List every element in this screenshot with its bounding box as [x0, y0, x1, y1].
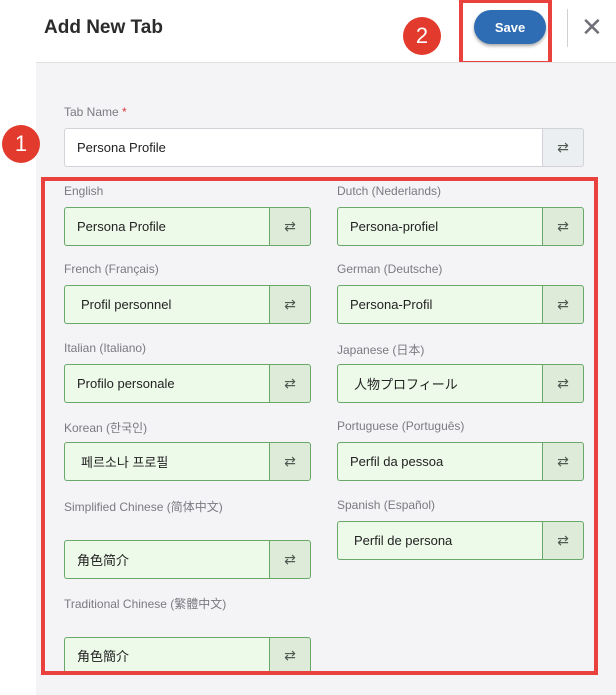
tab-name-field: Persona Profile ⇄ [64, 128, 584, 167]
step-badge-1: 1 [2, 125, 40, 163]
tab-name-input[interactable]: Persona Profile [64, 128, 542, 167]
dialog-header: Add New Tab Save 2 ✕ [0, 0, 616, 65]
save-button-highlight [459, 0, 552, 65]
dialog-title: Add New Tab [44, 17, 163, 38]
translate-icon[interactable]: ⇄ [542, 128, 584, 167]
header-divider [567, 9, 568, 47]
tab-name-label: Tab Name * [64, 105, 127, 119]
languages-highlight [41, 177, 598, 675]
close-icon[interactable]: ✕ [581, 11, 603, 43]
step-badge-2: 2 [403, 17, 441, 55]
